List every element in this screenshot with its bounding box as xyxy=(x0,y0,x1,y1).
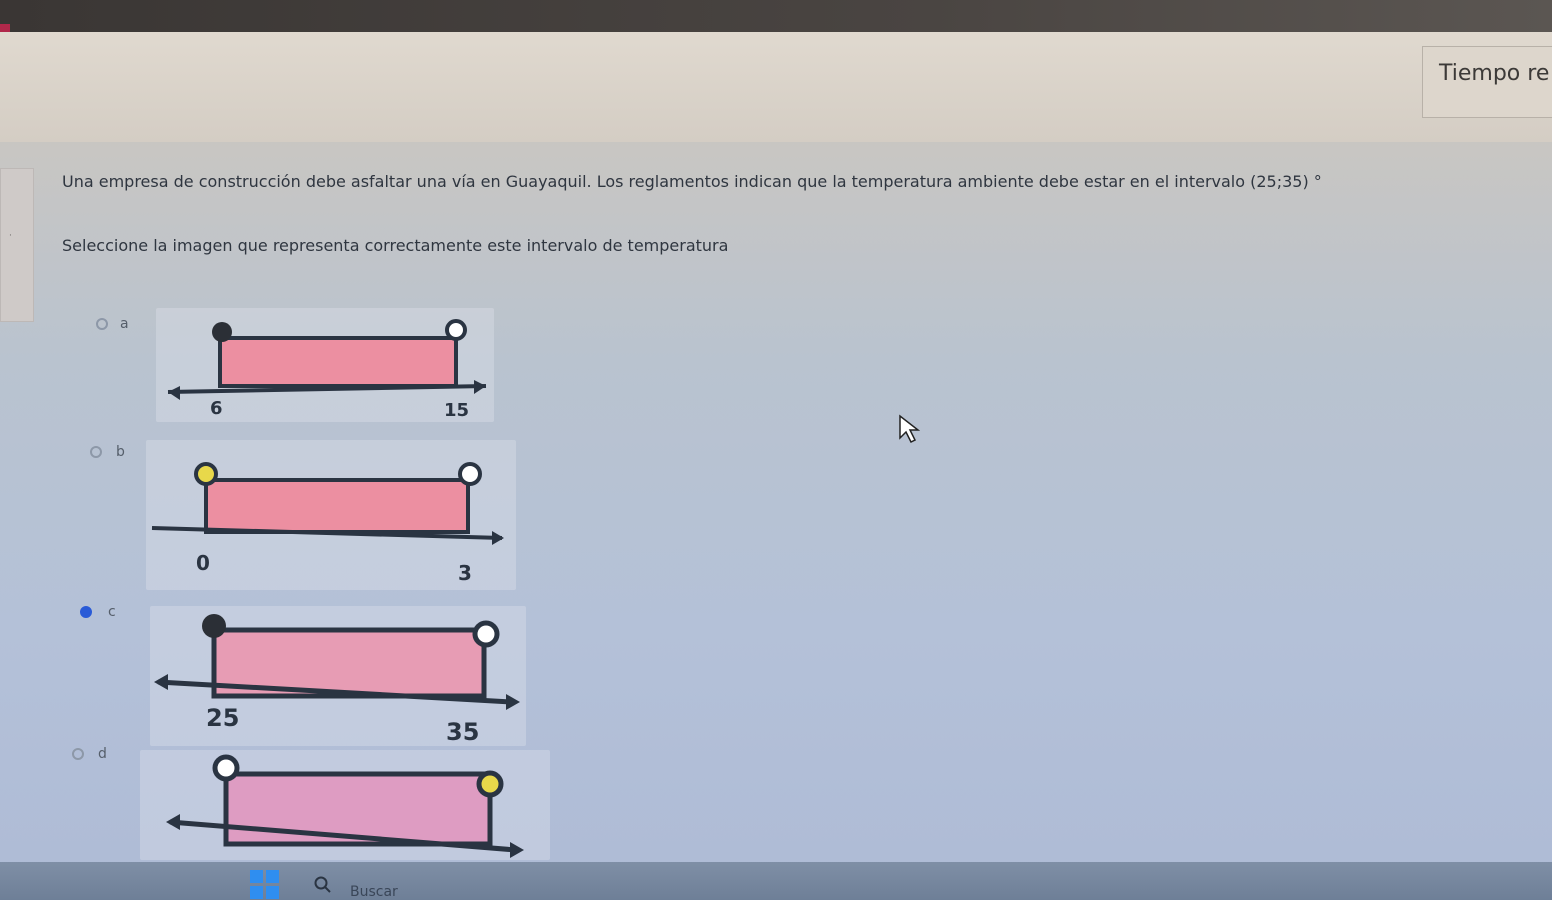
mouse-cursor-icon xyxy=(899,414,920,444)
question-text: Una empresa de construcción debe asfalta… xyxy=(62,172,1322,191)
tick-label-right: 15 xyxy=(444,400,469,421)
option-letter: d xyxy=(98,746,107,762)
axis-arrow xyxy=(168,386,180,400)
interval-graph-d xyxy=(166,754,524,858)
option-b-image: 0 3 xyxy=(146,440,516,590)
radio-option-d[interactable] xyxy=(72,748,84,760)
option-a-image: 6 15 xyxy=(156,308,494,422)
radio-option-c[interactable] xyxy=(80,606,92,618)
side-mark: · xyxy=(9,231,12,241)
taskbar-search-label[interactable]: Buscar xyxy=(350,884,398,900)
option-letter: c xyxy=(108,604,116,620)
option-letter: b xyxy=(116,444,125,460)
tick-label-left: 25 xyxy=(206,704,239,732)
windows-start-icon[interactable] xyxy=(250,868,280,900)
timer-box: Tiempo re xyxy=(1422,46,1552,118)
open-dot xyxy=(472,620,500,648)
open-dot xyxy=(458,462,482,486)
top-strip xyxy=(0,0,1552,32)
closed-dot xyxy=(202,614,226,638)
interval-graph-a: 6 15 xyxy=(167,319,487,421)
interval-graph-b: 0 3 xyxy=(151,462,504,585)
option-c-image: 25 35 xyxy=(150,606,526,746)
radio-option-b[interactable] xyxy=(90,446,102,458)
yellow-dot xyxy=(476,770,504,798)
radio-option-a[interactable] xyxy=(96,318,108,330)
taskbar xyxy=(0,862,1552,900)
closed-dot xyxy=(212,322,232,342)
yellow-dot xyxy=(194,462,218,486)
interval-bar xyxy=(204,478,470,534)
axis-arrow xyxy=(510,842,524,858)
timer-label: Tiempo re xyxy=(1439,61,1550,86)
open-dot xyxy=(212,754,240,782)
axis-arrow xyxy=(474,380,486,394)
axis-arrow xyxy=(166,814,180,830)
search-icon[interactable] xyxy=(314,876,332,894)
axis-arrow xyxy=(506,694,520,710)
option-d-image xyxy=(140,750,550,860)
interval-graph-c: 25 35 xyxy=(154,614,520,746)
axis-arrow xyxy=(154,674,168,690)
question-instruction: Seleccione la imagen que representa corr… xyxy=(62,236,729,255)
open-dot xyxy=(445,319,467,341)
tick-label-left: 6 xyxy=(210,398,223,419)
axis-arrow xyxy=(492,531,504,545)
interval-bar xyxy=(218,336,458,388)
option-letter: a xyxy=(120,316,129,332)
interval-bar xyxy=(223,771,493,847)
header-band xyxy=(0,32,1552,142)
tick-label-right: 3 xyxy=(458,561,472,585)
quiz-nav-panel[interactable]: · xyxy=(0,168,34,322)
tick-label-right: 35 xyxy=(446,718,479,746)
tick-label-left: 0 xyxy=(196,551,210,575)
